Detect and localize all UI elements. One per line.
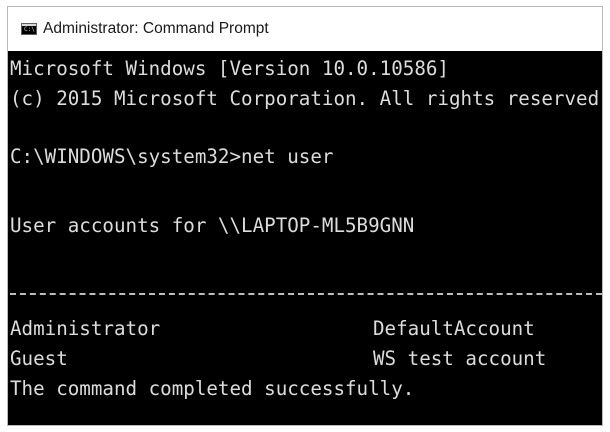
separator-line <box>10 293 602 295</box>
account-ws-test-account: WS test account <box>373 347 547 370</box>
accounts-header: User accounts for \\LAPTOP-ML5B9GNN <box>10 214 415 237</box>
copyright-line: (c) 2015 Microsoft Corporation. All righ… <box>10 87 603 110</box>
console-output[interactable]: Microsoft Windows [Version 10.0.10586] (… <box>8 53 602 425</box>
title-bar[interactable]: C:\ Administrator: Command Prompt <box>8 7 602 51</box>
command-line: C:\WINDOWS\system32>net user <box>10 145 334 168</box>
command-prompt-icon: C:\ <box>21 23 37 35</box>
account-guest: Guest <box>10 347 68 370</box>
completion-line: The command completed successfully. <box>10 377 415 400</box>
account-administrator: Administrator <box>10 317 161 340</box>
window-title: Administrator: Command Prompt <box>43 20 269 37</box>
command-prompt-window: C:\ Administrator: Command Prompt Micros… <box>7 6 603 426</box>
account-defaultaccount: DefaultAccount <box>373 317 535 340</box>
version-line: Microsoft Windows [Version 10.0.10586] <box>10 57 449 80</box>
